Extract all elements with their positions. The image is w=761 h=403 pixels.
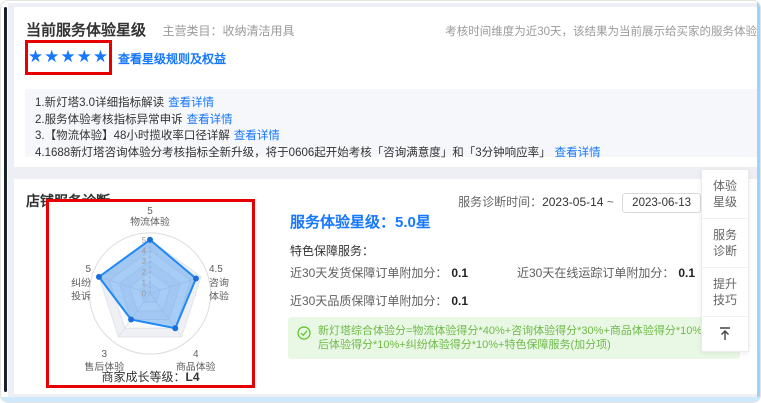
bonus-metrics: 近30天发货保障订单附加分：0.1 近30天在线运踪订单附加分：0.1 近30天… — [290, 264, 695, 309]
sidenav-item-experience-star[interactable]: 体验星级 — [702, 170, 748, 218]
check-circle-icon — [297, 326, 311, 340]
service-star-card: 当前服务体验星级 主营类目：收纳清洁用具 考核时间维度为近30天，该结果为当前展… — [14, 7, 757, 167]
star-rating: ★★★★★ — [28, 48, 109, 67]
svg-text:3: 3 — [102, 349, 108, 360]
svg-text:0: 0 — [142, 289, 147, 298]
experience-star-heading: 服务体验星级：5.0星 — [290, 211, 431, 232]
notice-detail-link[interactable]: 查看详情 — [168, 97, 214, 109]
notice-list: 1.新灯塔3.0详细指标解读查看详情 2.服务体验考核指标异常申诉查看详情 3.… — [25, 89, 757, 157]
metric-quality-bonus: 近30天品质保障订单附加分：0.1 — [290, 292, 517, 309]
notice-detail-link[interactable]: 查看详情 — [187, 114, 233, 126]
notice-text: 4.1688新灯塔咨询体验分考核指标全新升级，将于0606起开始考核「咨询满意度… — [35, 147, 551, 159]
card1-header: 当前服务体验星级 主营类目：收纳清洁用具 — [26, 19, 294, 40]
svg-text:4: 4 — [142, 246, 147, 255]
svg-text:5: 5 — [147, 206, 153, 217]
back-to-top-icon — [717, 326, 733, 341]
assessment-period-note: 考核时间维度为近30天，该结果为当前展示给买家的服务体验 — [445, 23, 757, 39]
svg-text:3: 3 — [142, 257, 147, 266]
back-to-top-button[interactable] — [702, 316, 748, 351]
star-icon: ★ — [28, 47, 44, 66]
notice-text: 1.新灯塔3.0详细指标解读 — [35, 97, 164, 109]
star-icon: ★ — [77, 47, 93, 66]
date-end-input[interactable]: 2023-06-13 — [622, 193, 701, 213]
notice-text: 3.【物流体验】48小时揽收率口径详解 — [35, 130, 230, 142]
growth-level-label: 商家成长等级： — [101, 370, 185, 384]
notice-item: 3.【物流体验】48小时揽收率口径详解查看详情 — [35, 128, 749, 145]
svg-text:4: 4 — [193, 349, 199, 360]
app-window: 当前服务体验星级 主营类目：收纳清洁用具 考核时间维度为近30天，该结果为当前展… — [0, 0, 761, 403]
metric-shipping-bonus: 近30天发货保障订单附加分：0.1 — [290, 264, 517, 281]
floating-side-nav: 体验星级 服务诊断 提升技巧 — [701, 169, 749, 352]
date-start-value: 2023-05-14 — [542, 195, 603, 209]
notice-detail-link[interactable]: 查看详情 — [555, 147, 601, 159]
main-category-label: 主营类目：收纳清洁用具 — [162, 22, 294, 39]
notice-item: 4.1688新灯塔咨询体验分考核指标全新升级，将于0606起开始考核「咨询满意度… — [35, 145, 749, 162]
svg-text:5: 5 — [85, 264, 91, 275]
star-icon: ★ — [44, 47, 60, 66]
growth-level-value: L4 — [186, 370, 200, 384]
left-edge-bar — [4, 7, 7, 392]
special-services-label: 特色保障服务： — [290, 242, 374, 259]
star-icon: ★ — [60, 47, 76, 66]
svg-text:咨询: 咨询 — [209, 276, 229, 289]
page-background: 当前服务体验星级 主营类目：收纳清洁用具 考核时间维度为近30天，该结果为当前展… — [8, 3, 757, 397]
notice-text: 2.服务体验考核指标异常申诉 — [35, 114, 183, 126]
page-title: 当前服务体验星级 — [26, 19, 146, 40]
star-rating-highlight-box: ★★★★★ — [25, 40, 112, 75]
star-rules-link[interactable]: 查看星级规则及权益 — [118, 50, 226, 67]
service-radar-chart: 5432105物流体验4.5咨询体验4商品体验3售后体验5纠纷投诉 — [49, 202, 252, 373]
service-diagnosis-card: 店铺服务诊断 服务诊断时间：2023-05-14 ~ 2023-06-13 54… — [14, 179, 757, 394]
merchant-growth-level: 商家成长等级：L4 — [101, 368, 199, 385]
svg-text:纠纷: 纠纷 — [71, 276, 91, 289]
notice-detail-link[interactable]: 查看详情 — [234, 130, 280, 142]
notice-item: 2.服务体验考核指标异常申诉查看详情 — [35, 112, 749, 129]
formula-text: 新灯塔综合体验分=物流体验得分*40%+咨询体验得分*30%+商品体验得分*10… — [318, 324, 730, 352]
svg-text:1: 1 — [142, 279, 147, 288]
svg-text:投诉: 投诉 — [71, 290, 91, 303]
bottom-edge-bar — [1, 397, 760, 402]
svg-text:物流体验: 物流体验 — [130, 215, 170, 228]
svg-text:体验: 体验 — [209, 290, 229, 303]
svg-text:5: 5 — [142, 236, 147, 245]
diagnosis-date-row: 服务诊断时间：2023-05-14 ~ 2023-06-13 — [458, 193, 701, 213]
svg-text:4.5: 4.5 — [209, 264, 223, 275]
star-icon: ★ — [93, 47, 109, 66]
svg-text:2: 2 — [142, 268, 147, 277]
radar-chart-highlight-box: 5432105物流体验4.5咨询体验4商品体验3售后体验5纠纷投诉 商家成长等级… — [46, 199, 255, 388]
sidenav-item-improve-tips[interactable]: 提升技巧 — [702, 267, 748, 316]
notice-item: 1.新灯塔3.0详细指标解读查看详情 — [35, 95, 749, 112]
date-separator: ~ — [607, 195, 614, 209]
sidenav-item-service-diagnosis[interactable]: 服务诊断 — [702, 218, 748, 267]
score-formula-note: 新灯塔综合体验分=物流体验得分*40%+咨询体验得分*30%+商品体验得分*10… — [288, 317, 740, 359]
right-edge-bar — [757, 1, 760, 402]
date-label: 服务诊断时间： — [458, 195, 542, 209]
metric-tracking-bonus: 近30天在线运踪订单附加分：0.1 — [517, 264, 695, 281]
